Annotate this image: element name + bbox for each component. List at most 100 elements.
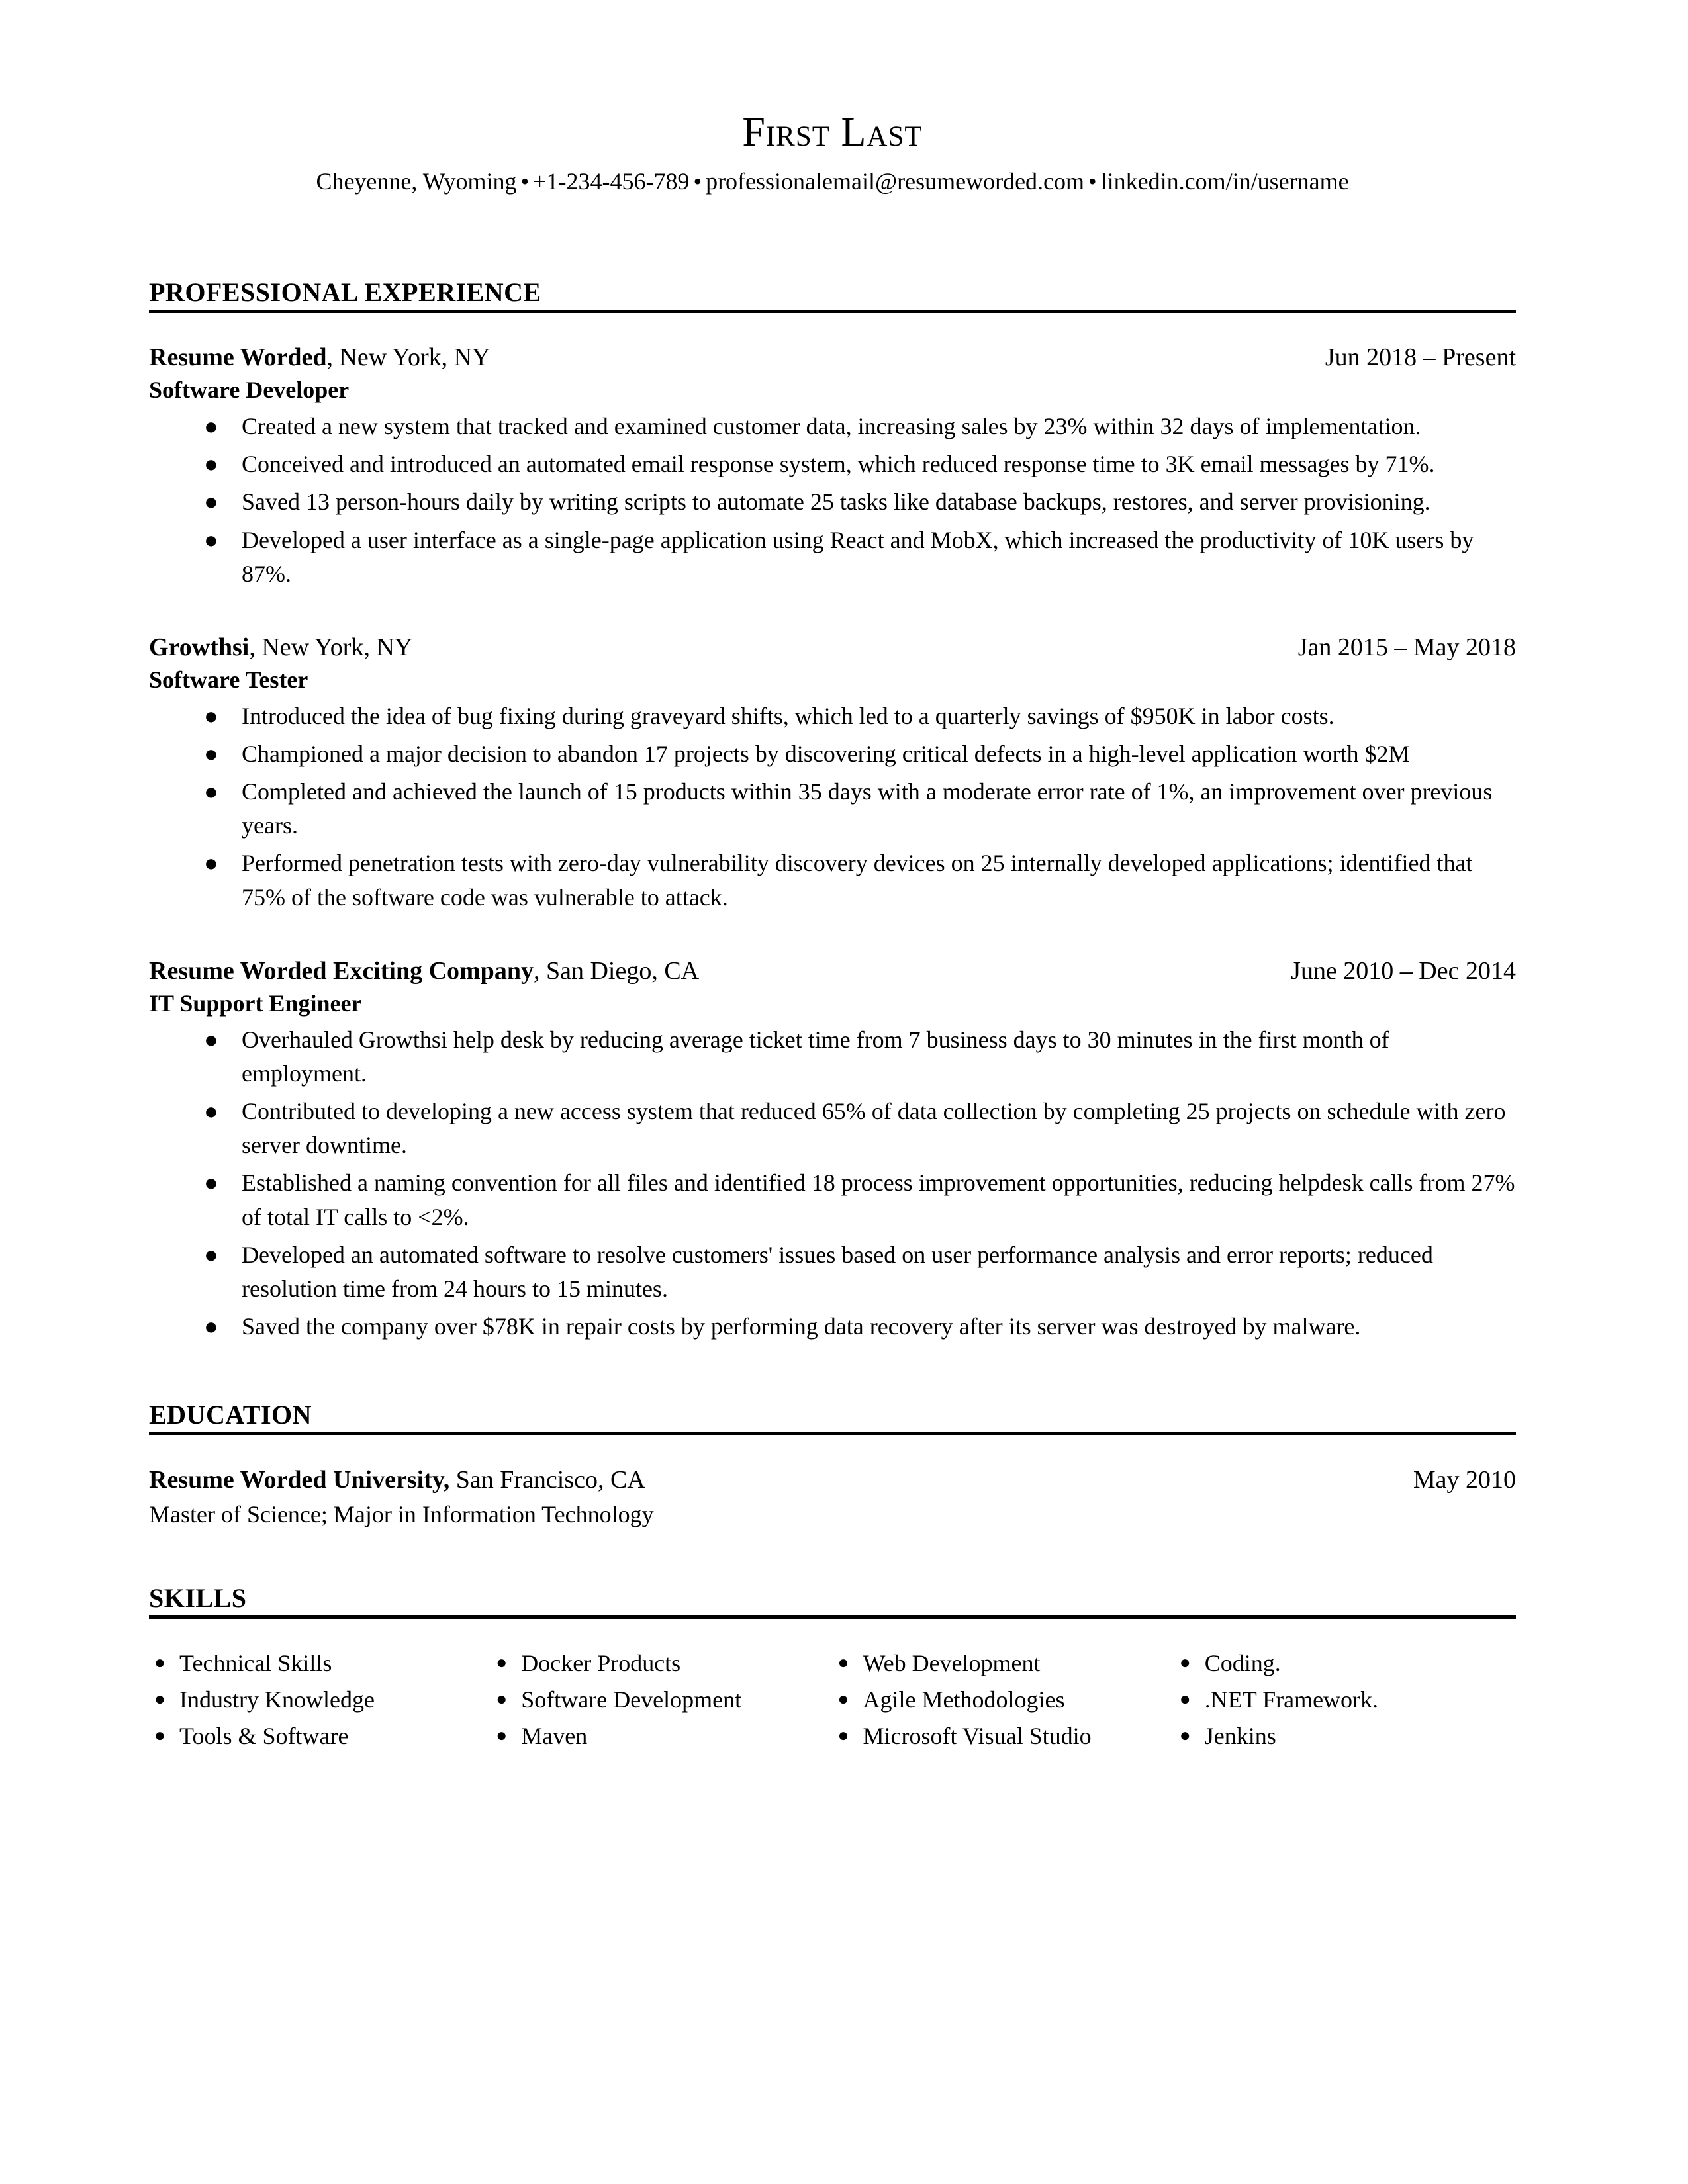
education-school-name: Resume Worded University,	[149, 1465, 450, 1494]
experience-entry-header: Resume Worded, New York, NY Jun 2018 – P…	[149, 342, 1516, 374]
experience-bullet: ● Saved the company over $78K in repair c…	[149, 1310, 1516, 1343]
section-skills: SKILLS ● Technical Skills ● Industry Knowl…	[149, 1584, 1516, 1754]
experience-bullet: ● Championed a major decision to abandon …	[149, 737, 1516, 771]
bullet-dot-icon: ●	[204, 488, 218, 516]
education-entry-header: Resume Worded University, San Francisco,…	[149, 1465, 1516, 1496]
skill-item: ● Microsoft Visual Studio	[833, 1718, 1174, 1754]
skills-column: ● Coding. ● .NET Framework. ● Jenkins	[1174, 1645, 1516, 1754]
experience-bullet-list: ● Introduced the idea of bug fixing durin…	[149, 700, 1516, 915]
experience-bullet-text: Saved 13 person-hours daily by writing s…	[242, 488, 1430, 516]
experience-organization: Resume Worded Exciting Company, San Dieg…	[149, 956, 699, 987]
skill-label: Tools & Software	[179, 1722, 349, 1749]
skill-label: .NET Framework.	[1204, 1686, 1379, 1713]
section-education: EDUCATION Resume Worded University, San …	[149, 1400, 1516, 1531]
skills-grid: ● Technical Skills ● Industry Knowledge ● T…	[149, 1645, 1516, 1754]
experience-bullet-text: Saved the company over $78K in repair co…	[242, 1312, 1361, 1340]
skills-column: ● Web Development ● Agile Methodologies ● M…	[833, 1645, 1174, 1754]
skill-item: ● Jenkins	[1174, 1718, 1516, 1754]
contact-separator: •	[520, 168, 530, 195]
skill-label: Maven	[521, 1722, 588, 1749]
bullet-dot-icon: ●	[837, 1725, 849, 1746]
experience-bullet-text: Conceived and introduced an automated em…	[242, 451, 1435, 478]
skill-label: Technical Skills	[179, 1650, 332, 1677]
education-degree: Master of Science; Major in Information …	[149, 1501, 654, 1528]
experience-bullet-text: Developed a user interface as a single-p…	[242, 526, 1474, 587]
skill-label: Coding.	[1204, 1650, 1281, 1677]
experience-bullet: ● Introduced the idea of bug fixing durin…	[149, 700, 1516, 733]
experience-bullet: ● Completed and achieved the launch of 15…	[149, 775, 1516, 842]
skill-item: ● Tools & Software	[149, 1718, 491, 1754]
experience-org-location: , New York, NY	[249, 633, 413, 661]
skills-column: ● Technical Skills ● Industry Knowledge ● T…	[149, 1645, 491, 1754]
experience-organization: Resume Worded, New York, NY	[149, 342, 491, 374]
experience-job-title: Software Tester	[149, 666, 308, 694]
bullet-dot-icon: ●	[204, 1241, 218, 1268]
bullet-dot-icon: ●	[1179, 1653, 1191, 1674]
skill-label: Jenkins	[1204, 1722, 1276, 1749]
experience-bullet-text: Championed a major decision to abandon 1…	[242, 741, 1410, 768]
experience-entry: Resume Worded Exciting Company, San Dieg…	[149, 956, 1516, 1343]
bullet-dot-icon: ●	[204, 1098, 218, 1125]
experience-bullet-text: Contributed to developing a new access s…	[242, 1098, 1506, 1159]
education-date: May 2010	[1413, 1465, 1516, 1494]
experience-bullet: ● Established a naming convention for all…	[149, 1166, 1516, 1234]
skill-label: Docker Products	[521, 1650, 681, 1677]
resume-content: First Last Cheyenne, Wyoming • +1-234-456-…	[149, 0, 1516, 1754]
experience-bullet-text: Completed and achieved the launch of 15 …	[242, 778, 1493, 839]
experience-org-name: Resume Worded	[149, 343, 327, 371]
section-title-experience: PROFESSIONAL EXPERIENCE	[149, 277, 541, 307]
resume-page: First Last Cheyenne, Wyoming • +1-234-456-…	[0, 0, 1688, 2184]
section-heading-rule: PROFESSIONAL EXPERIENCE	[149, 277, 1516, 313]
education-school-location: San Francisco, CA	[449, 1465, 645, 1494]
bullet-dot-icon: ●	[496, 1653, 508, 1674]
experience-bullet-text: Created a new system that tracked and ex…	[242, 413, 1421, 440]
skill-item: ● Web Development	[833, 1645, 1174, 1682]
contact-separator: •	[693, 168, 702, 195]
contact-linkedin[interactable]: linkedin.com/in/username	[1101, 168, 1349, 195]
experience-bullet: ● Contributed to developing a new access …	[149, 1095, 1516, 1162]
bullet-dot-icon: ●	[204, 1312, 218, 1340]
experience-date-range: June 2010 – Dec 2014	[1291, 956, 1516, 985]
skill-item: ● Coding.	[1174, 1645, 1516, 1682]
experience-org-name: Growthsi	[149, 633, 250, 661]
experience-date-range: Jun 2018 – Present	[1325, 343, 1516, 371]
experience-bullet-list: ● Overhauled Growthsi help desk by reduci…	[149, 1023, 1516, 1343]
skill-item: ● Technical Skills	[149, 1645, 491, 1682]
experience-entry-header: Resume Worded Exciting Company, San Dieg…	[149, 956, 1516, 987]
education-institution: Resume Worded University, San Francisco,…	[149, 1465, 645, 1496]
experience-bullet: ● Conceived and introduced an automated e…	[149, 447, 1516, 481]
bullet-dot-icon: ●	[837, 1688, 849, 1709]
skill-item: ● Software Development	[491, 1682, 832, 1718]
experience-organization: Growthsi, New York, NY	[149, 632, 412, 664]
bullet-dot-icon: ●	[496, 1688, 508, 1709]
experience-bullet-text: Overhauled Growthsi help desk by reducin…	[242, 1026, 1389, 1087]
experience-bullet-text: Performed penetration tests with zero-da…	[242, 850, 1473, 911]
skill-item: ● .NET Framework.	[1174, 1682, 1516, 1718]
experience-bullet-list: ● Created a new system that tracked and e…	[149, 410, 1516, 591]
bullet-dot-icon: ●	[154, 1688, 165, 1709]
skill-item: ● Maven	[491, 1718, 832, 1754]
section-professional-experience: PROFESSIONAL EXPERIENCE Resume Worded, N…	[149, 277, 1516, 1343]
bullet-dot-icon: ●	[204, 850, 218, 877]
bullet-dot-icon: ●	[837, 1653, 849, 1674]
resume-header: First Last Cheyenne, Wyoming • +1-234-456-…	[149, 0, 1516, 197]
experience-bullet: ● Performed penetration tests with zero-d…	[149, 846, 1516, 914]
bullet-dot-icon: ●	[204, 526, 218, 553]
skill-item: ● Docker Products	[491, 1645, 832, 1682]
section-title-skills: SKILLS	[149, 1583, 247, 1614]
bullet-dot-icon: ●	[1179, 1688, 1191, 1709]
contact-separator: •	[1088, 168, 1097, 195]
bullet-dot-icon: ●	[204, 1169, 218, 1197]
experience-bullet-text: Established a naming convention for all …	[242, 1169, 1515, 1230]
experience-bullet-text: Developed an automated software to resol…	[242, 1241, 1433, 1302]
experience-entry: Growthsi, New York, NY Jan 2015 – May 20…	[149, 632, 1516, 915]
contact-email[interactable]: professionalemail@resumeworded.com	[706, 168, 1084, 195]
bullet-dot-icon: ●	[204, 1026, 218, 1053]
bullet-dot-icon: ●	[1179, 1725, 1191, 1746]
experience-entry: Resume Worded, New York, NY Jun 2018 – P…	[149, 342, 1516, 591]
experience-org-name: Resume Worded Exciting Company	[149, 956, 534, 985]
experience-bullet: ● Saved 13 person-hours daily by writing …	[149, 485, 1516, 519]
skill-label: Web Development	[863, 1650, 1041, 1677]
experience-bullet: ● Developed a user interface as a single-…	[149, 523, 1516, 591]
skill-item: ● Industry Knowledge	[149, 1682, 491, 1718]
